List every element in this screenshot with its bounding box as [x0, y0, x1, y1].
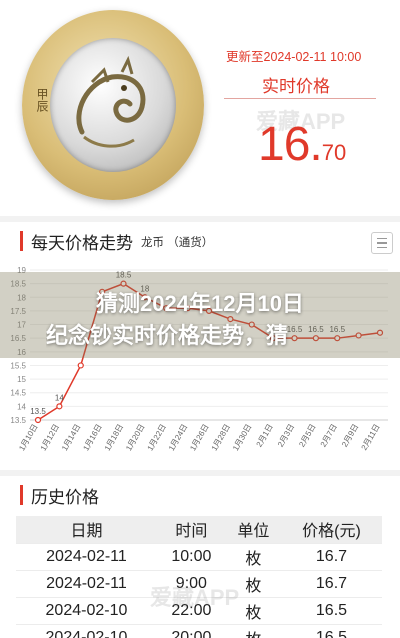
trend-title: 每天价格走势 — [31, 233, 133, 253]
x-tick-label: 1月22日 — [146, 423, 168, 453]
cell-date: 2024-02-11 — [16, 570, 157, 598]
coin-year-text: 甲辰 — [35, 88, 49, 112]
watermark: 爱藏APP — [150, 585, 240, 610]
cell-unit: 枚 — [225, 543, 281, 571]
x-tick-label: 1月20日 — [124, 423, 146, 453]
y-tick-label: 15.5 — [10, 361, 26, 370]
x-tick-label: 1月18日 — [103, 423, 125, 453]
x-tick-label: 1月12日 — [39, 423, 61, 453]
trend-subtitle: 龙币 （通货） — [141, 237, 214, 249]
coin-image: 甲辰 — [22, 10, 204, 200]
x-tick-label: 2月5日 — [297, 423, 317, 449]
x-tick-label: 1月16日 — [81, 423, 103, 453]
y-tick-label: 15 — [17, 375, 26, 384]
data-point — [34, 416, 42, 424]
data-label: 14 — [55, 393, 64, 402]
history-table: 日期 时间 单位 价格(元) 2024-02-11 10:00 枚 16.7 2… — [16, 516, 382, 638]
col-date: 日期 — [16, 516, 157, 544]
cell-date: 2024-02-11 — [16, 543, 157, 571]
x-tick-label: 2月7日 — [319, 423, 339, 449]
cell-date: 2024-02-10 — [16, 597, 157, 625]
cell-time: 10:00 — [156, 543, 226, 571]
x-tick-label: 1月10日 — [17, 423, 39, 453]
price-decimal: 70 — [321, 140, 347, 165]
headline-line-2: 纪念钞实时价格走势，猜 — [46, 323, 289, 348]
cell-price: 16.5 — [280, 624, 382, 638]
x-tick-label: 2月9日 — [340, 423, 360, 449]
cell-time: 20:00 — [156, 624, 226, 638]
x-tick-label: 2月11日 — [360, 423, 382, 452]
history-card: 历史价格 日期 时间 单位 价格(元) 2024-02-11 10:00 枚 1… — [0, 476, 400, 638]
section-bar — [20, 485, 23, 505]
headline-line-1: 猜测2024年12月10日 — [96, 291, 304, 316]
x-tick-label: 1月24日 — [167, 423, 189, 453]
y-tick-label: 14.5 — [10, 389, 26, 398]
data-point — [56, 403, 63, 410]
data-label: 13.5 — [30, 407, 46, 416]
price-integer: 16. — [258, 118, 323, 171]
y-tick-label: 13.5 — [10, 416, 26, 425]
x-tick-label: 1月30日 — [231, 423, 253, 453]
cell-price: 16.5 — [280, 597, 382, 625]
cell-price: 16.7 — [280, 570, 382, 598]
data-point — [77, 362, 84, 369]
cell-unit: 枚 — [225, 624, 281, 638]
cell-date: 2024-02-10 — [16, 624, 157, 638]
x-tick-label: 1月28日 — [210, 423, 232, 453]
dragon-icon — [76, 55, 146, 148]
col-time: 时间 — [156, 516, 226, 544]
col-unit: 单位 — [225, 516, 281, 544]
table-row: 2024-02-11 10:00 枚 16.7 — [16, 543, 382, 571]
table-header-row: 日期 时间 单位 价格(元) — [16, 516, 382, 544]
history-header: 历史价格 — [20, 484, 99, 507]
x-tick-label: 2月3日 — [276, 423, 296, 449]
trend-header: 每天价格走势 龙币 （通货） — [20, 230, 214, 253]
x-tick-label: 1月26日 — [188, 423, 210, 453]
y-tick-label: 14 — [17, 402, 26, 411]
col-price: 价格(元) — [280, 516, 382, 544]
x-tick-label: 2月1日 — [255, 423, 275, 449]
divider — [224, 98, 376, 99]
cell-price: 16.7 — [280, 543, 382, 571]
table-row: 2024-02-10 20:00 枚 16.5 — [16, 624, 382, 638]
update-time: 更新至2024-02-11 10:00 — [226, 50, 362, 64]
history-title: 历史价格 — [31, 487, 99, 507]
price-card: 甲辰 更新至2024-02-11 10:00 实时价格 爱藏APP 16.70 — [0, 0, 400, 216]
realtime-price: 16.70 — [258, 117, 346, 172]
menu-icon[interactable] — [371, 232, 393, 254]
x-tick-label: 1月14日 — [60, 423, 82, 453]
section-bar — [20, 231, 23, 251]
realtime-price-label: 实时价格 — [262, 77, 330, 96]
